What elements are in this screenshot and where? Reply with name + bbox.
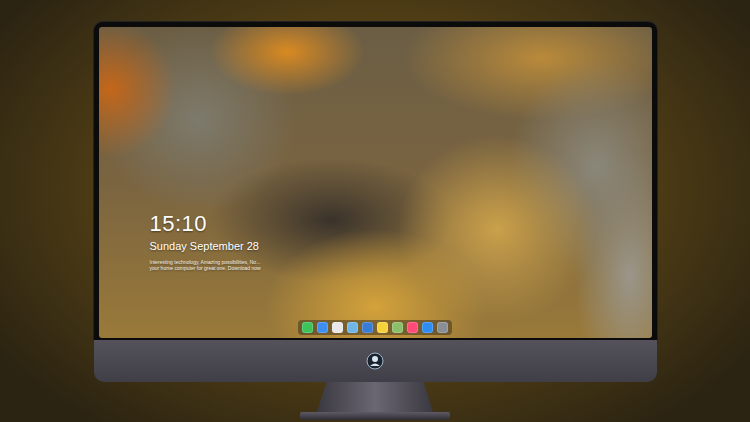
- dock-app-icon[interactable]: [347, 322, 358, 333]
- monitor-stand: [317, 382, 433, 412]
- dock-app-icon[interactable]: [302, 322, 313, 333]
- lock-clock: 15:10 Sunday September 28 Interesting tech…: [150, 211, 261, 272]
- brand-logo-icon: [366, 352, 384, 370]
- clock-date: Sunday September 28: [150, 239, 261, 253]
- dock-app-icon[interactable]: [392, 322, 403, 333]
- monitor-chin: [94, 340, 657, 382]
- dock-app-icon[interactable]: [317, 322, 328, 333]
- clock-time: 15:10: [150, 211, 261, 236]
- dock: [298, 320, 452, 335]
- dock-app-icon[interactable]: [407, 322, 418, 333]
- monitor-bezel: 15:10 Sunday September 28 Interesting tech…: [94, 22, 657, 340]
- caption-line: Interesting technology, Amazing possibil…: [150, 259, 261, 266]
- dock-app-icon[interactable]: [437, 322, 448, 333]
- mockup: 15:10 Sunday September 28 Interesting tech…: [0, 0, 750, 422]
- dock-app-icon[interactable]: [377, 322, 388, 333]
- monitor-base: [300, 412, 450, 420]
- dock-app-icon[interactable]: [422, 322, 433, 333]
- dock-app-icon[interactable]: [332, 322, 343, 333]
- desktop-screen: 15:10 Sunday September 28 Interesting tech…: [99, 27, 652, 338]
- dock-app-icon[interactable]: [362, 322, 373, 333]
- clock-caption: Interesting technology, Amazing possibil…: [150, 259, 261, 273]
- caption-line: your home computer for great one. Downlo…: [150, 265, 261, 272]
